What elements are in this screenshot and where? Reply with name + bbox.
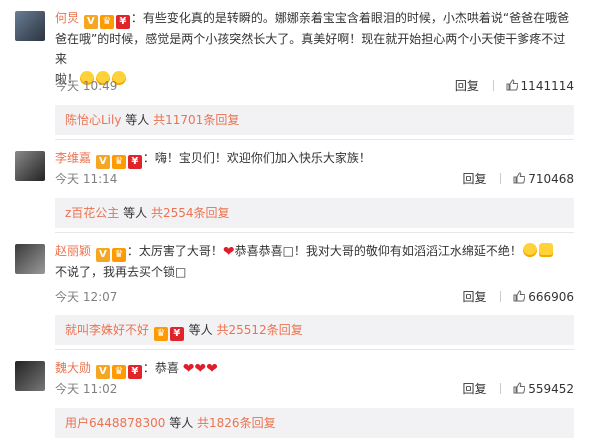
comment-line: ：恭喜 [142, 361, 179, 375]
comment-time: 今天 10:49 [55, 79, 118, 93]
red-packet-icon: ¥ [169, 327, 184, 341]
heart-icon: ❤ [222, 244, 235, 260]
like-button[interactable]: 1141114 [506, 79, 574, 93]
vip-crown-icon: ♛ [153, 327, 168, 341]
comment-actions: 回复 1141114 [455, 77, 574, 94]
sub-reply-bar[interactable]: 就叫李姝好不好 ♛ ¥ 等人 共25512条回复 [55, 315, 574, 345]
sub-reply-count[interactable]: 共1826条回复 [197, 416, 276, 430]
vip-crown-icon: ♛ [111, 365, 126, 379]
reply-button[interactable]: 回复 [455, 77, 479, 94]
sub-reply-count[interactable]: 共2554条回复 [151, 206, 230, 220]
thumbs-up-icon [513, 382, 526, 394]
comment-line: 爸在哦”的时候，感觉是两个小孩突然长大了。真美好啊！现在就开始担心两个小天使干爹… [55, 32, 566, 66]
like-count: 1141114 [520, 79, 574, 93]
sub-reply-label: 等人 [169, 416, 194, 430]
sub-reply-bar[interactable]: z百花公主 等人 共2554条回复 [55, 198, 574, 228]
verified-v-icon: V [83, 15, 98, 29]
comment-actions: 回复 559452 [463, 380, 574, 397]
comment-time: 今天 11:02 [55, 382, 118, 396]
sub-reply-user[interactable]: 陈怡心Lily [65, 113, 121, 127]
sub-reply-user[interactable]: z百花公主 [65, 206, 119, 220]
reply-button[interactable]: 回复 [463, 380, 487, 397]
verified-v-icon: V [95, 365, 110, 379]
vip-crown-icon: ♛ [111, 248, 126, 262]
like-button[interactable]: 666906 [513, 290, 574, 304]
sub-reply-label: 等人 [188, 323, 213, 337]
crying-emoji-icon [522, 243, 537, 257]
like-button[interactable]: 559452 [513, 382, 574, 396]
thumbs-up-icon [506, 79, 518, 91]
like-button[interactable]: 710468 [513, 172, 574, 186]
heart-icon: ❤ [194, 361, 207, 377]
reply-button[interactable]: 回复 [463, 170, 487, 187]
heart-icon: ❤ [182, 361, 195, 377]
comment-time: 今天 11:14 [55, 172, 118, 186]
comment-text: 魏大勋 V ♛ ¥ ：恭喜 ❤❤❤ [55, 358, 577, 379]
avatar[interactable] [15, 244, 45, 274]
divider [55, 232, 574, 233]
thumbs-up-icon [513, 172, 526, 184]
comment-actions: 回复 666906 [463, 288, 574, 305]
commenter-name[interactable]: 魏大勋 [55, 361, 91, 375]
verified-v-icon: V [95, 155, 110, 169]
commenter-name[interactable]: 何炅 [55, 11, 79, 25]
divider [500, 173, 502, 184]
thumbs-up-icon [513, 290, 526, 302]
red-packet-icon: ¥ [115, 15, 130, 29]
comment-line: ：嗨！宝贝们！欢迎你们加入快乐大家族！ [142, 151, 371, 165]
comment-text: 赵丽颖 V ♛ ：太厉害了大哥！❤恭喜恭喜□！我对大哥的敬仰有如滔滔江水绵延不绝！ … [55, 241, 577, 282]
avatar[interactable] [15, 151, 45, 181]
sub-reply-count[interactable]: 共25512条回复 [217, 323, 303, 337]
sub-reply-label: 等人 [125, 113, 150, 127]
divider [55, 139, 574, 140]
vip-crown-icon: ♛ [99, 15, 114, 29]
divider [500, 383, 502, 394]
sub-reply-label: 等人 [123, 206, 148, 220]
avatar[interactable] [15, 11, 45, 41]
comment-time: 今天 12:07 [55, 290, 118, 304]
sub-reply-bar[interactable]: 陈怡心Lily 等人 共11701条回复 [55, 105, 574, 135]
verified-v-icon: V [95, 248, 110, 262]
like-count: 666906 [528, 290, 574, 304]
divider [492, 80, 494, 91]
sub-reply-bar[interactable]: 用户6448878300 等人 共1826条回复 [55, 408, 574, 438]
bicep-emoji-icon [538, 243, 553, 257]
sub-reply-user[interactable]: 就叫李姝好不好 [65, 323, 149, 337]
red-packet-icon: ¥ [127, 365, 142, 379]
comment-line: ：有些变化真的是转瞬的。娜娜亲着宝宝含着眼泪的时候，小杰哄着说“爸爸在哦爸 [130, 11, 570, 25]
commenter-name[interactable]: 赵丽颖 [55, 244, 91, 258]
comment-line: ：太厉害了大哥！ [126, 244, 223, 258]
reply-button[interactable]: 回复 [463, 288, 487, 305]
comment-line: 恭喜恭喜□！我对大哥的敬仰有如滔滔江水绵延不绝！ [234, 244, 522, 258]
sub-reply-count[interactable]: 共11701条回复 [153, 113, 239, 127]
comment-line: 不说了，我再去买个锁□ [55, 265, 187, 279]
comment-text: 李维嘉 V ♛ ¥ ：嗨！宝贝们！欢迎你们加入快乐大家族！ [55, 148, 577, 169]
vip-crown-icon: ♛ [111, 155, 126, 169]
divider [55, 349, 574, 350]
red-packet-icon: ¥ [127, 155, 142, 169]
sub-reply-user[interactable]: 用户6448878300 [65, 416, 165, 430]
divider [500, 291, 502, 302]
like-count: 559452 [528, 382, 574, 396]
like-count: 710468 [528, 172, 574, 186]
commenter-name[interactable]: 李维嘉 [55, 151, 91, 165]
avatar[interactable] [15, 361, 45, 391]
comment-actions: 回复 710468 [463, 170, 574, 187]
heart-icon: ❤ [206, 361, 218, 377]
